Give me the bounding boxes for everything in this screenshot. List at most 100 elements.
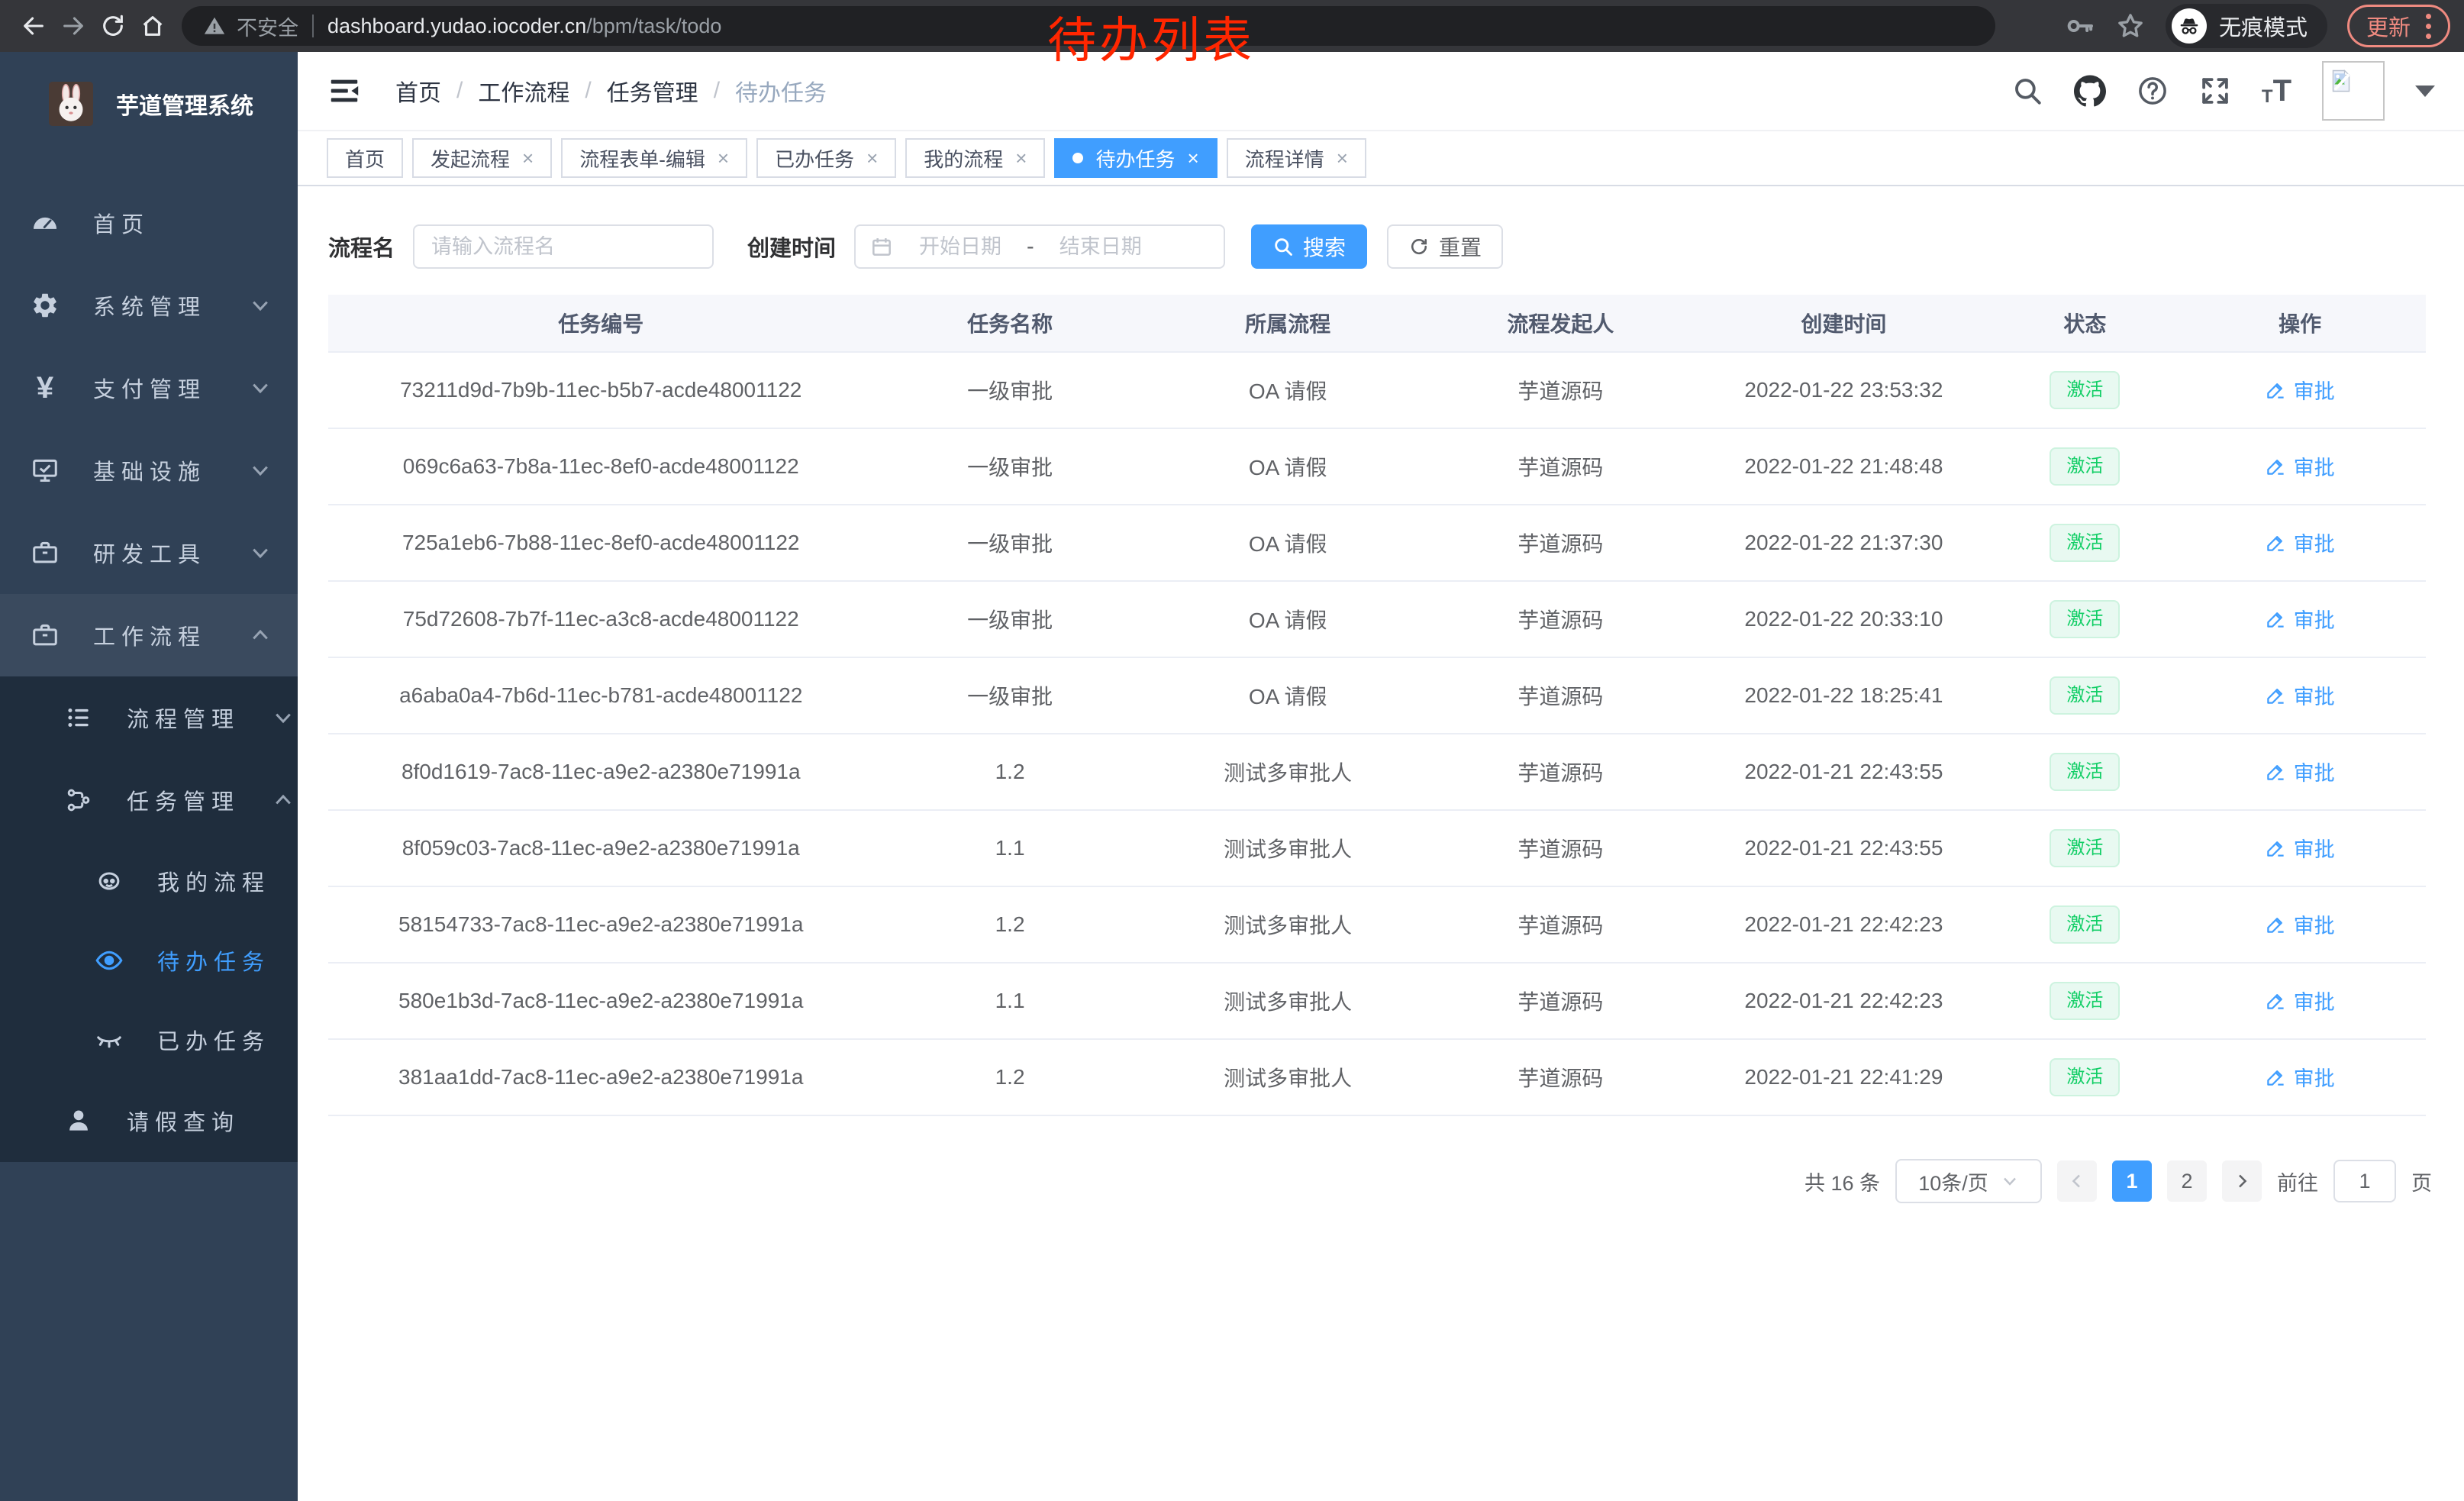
breadcrumb-item-current: 待办任务 — [735, 74, 827, 108]
approve-link[interactable]: 审批 — [2266, 833, 2335, 863]
browser-update-button[interactable]: 更新 — [2347, 5, 2450, 47]
reset-button[interactable]: 重置 — [1387, 224, 1503, 269]
end-date-input[interactable] — [1042, 234, 1159, 260]
table-row: 8f059c03-7ac8-11ec-a9e2-a2380e71991a 1.1… — [328, 810, 2426, 886]
task-id: 58154733-7ac8-11ec-a9e2-a2380e71991a — [328, 886, 873, 963]
toolbox-icon — [29, 537, 61, 569]
task-create-time: 2022-01-22 21:48:48 — [1692, 428, 1995, 505]
sidebar-item-done-tasks[interactable]: 已办任务 — [0, 1000, 298, 1080]
fullscreen-icon[interactable] — [2199, 75, 2231, 107]
github-icon[interactable] — [2074, 75, 2106, 107]
sidebar-item-payment[interactable]: ¥ 支付管理 — [0, 347, 298, 429]
bookmark-star-icon[interactable] — [2115, 11, 2146, 41]
tab-close-icon[interactable]: × — [1337, 148, 1348, 168]
tab-my-process[interactable]: 我的流程 × — [905, 138, 1045, 178]
sidebar-item-label: 研发工具 — [93, 537, 217, 569]
app-title: 芋道管理系统 — [116, 87, 253, 121]
task-create-time: 2022-01-22 20:33:10 — [1692, 581, 1995, 657]
task-id: 75d72608-7b7f-11ec-a3c8-acde48001122 — [328, 581, 873, 657]
next-page-button[interactable] — [2222, 1160, 2262, 1202]
tab-close-icon[interactable]: × — [718, 148, 729, 168]
sidebar-item-leave-query[interactable]: 请假查询 — [0, 1080, 298, 1162]
breadcrumb-item[interactable]: 首页 — [395, 74, 441, 108]
tab-close-icon[interactable]: × — [1015, 148, 1027, 168]
breadcrumb-item[interactable]: 工作流程 — [478, 74, 569, 108]
sidebar-item-todo-tasks[interactable]: 待办任务 — [0, 921, 298, 1000]
page-button-2[interactable]: 2 — [2167, 1160, 2207, 1202]
avatar[interactable] — [2322, 61, 2385, 121]
browser-forward-button[interactable] — [53, 6, 93, 46]
back-arrow-icon — [21, 13, 47, 39]
search-icon[interactable] — [2011, 75, 2043, 107]
yen-icon: ¥ — [29, 372, 61, 404]
goto-page-input[interactable] — [2333, 1160, 2396, 1202]
approve-link[interactable]: 审批 — [2266, 909, 2335, 939]
sidebar-item-my-process[interactable]: 我的流程 — [0, 841, 298, 921]
security-label: 不安全 — [237, 11, 298, 41]
gear-icon — [29, 289, 61, 321]
status-badge: 激活 — [2050, 524, 2120, 563]
tab-done-tasks[interactable]: 已办任务 × — [756, 138, 896, 178]
tab-close-icon[interactable]: × — [1188, 148, 1199, 168]
browser-menu-icon[interactable] — [2426, 14, 2431, 39]
task-id: 580e1b3d-7ac8-11ec-a9e2-a2380e71991a — [328, 963, 873, 1039]
url-divider — [312, 15, 314, 37]
sidebar-item-dev-tools[interactable]: 研发工具 — [0, 512, 298, 594]
create-time-label: 创建时间 — [747, 231, 836, 263]
approve-link[interactable]: 审批 — [2266, 986, 2335, 1015]
sidebar-item-label: 支付管理 — [93, 372, 217, 404]
avatar-caret-icon[interactable] — [2415, 86, 2435, 107]
sidebar-item-label: 我的流程 — [157, 865, 272, 897]
sidebar-item-process-management[interactable]: 流程管理 — [0, 676, 298, 759]
pen-icon — [2266, 685, 2286, 705]
start-date-input[interactable] — [901, 234, 1019, 260]
approve-link[interactable]: 审批 — [2266, 451, 2335, 481]
chevron-down-icon — [249, 294, 272, 317]
approve-link[interactable]: 审批 — [2266, 1062, 2335, 1092]
sidebar-item-task-management[interactable]: 任务管理 — [0, 759, 298, 841]
approve-link[interactable]: 审批 — [2266, 604, 2335, 634]
column-header: 任务编号 — [328, 295, 873, 352]
font-size-icon[interactable]: TT — [2262, 76, 2291, 106]
tab-close-icon[interactable]: × — [866, 148, 878, 168]
table-header-row: 任务编号 任务名称 所属流程 流程发起人 创建时间 状态 操作 — [328, 295, 2426, 352]
tab-close-icon[interactable]: × — [522, 148, 534, 168]
approve-link[interactable]: 审批 — [2266, 528, 2335, 557]
status-badge: 激活 — [2050, 600, 2120, 639]
breadcrumb-item[interactable]: 任务管理 — [607, 74, 698, 108]
sidebar-fold-icon[interactable] — [327, 73, 362, 108]
sidebar-item-home[interactable]: 首页 — [0, 182, 298, 264]
password-key-icon[interactable] — [2065, 11, 2095, 41]
page-size-select[interactable]: 10条/页 — [1895, 1159, 2042, 1203]
browser-home-button[interactable] — [133, 6, 173, 46]
approve-link[interactable]: 审批 — [2266, 680, 2335, 710]
table-row: 069c6a63-7b8a-11ec-8ef0-acde48001122 一级审… — [328, 428, 2426, 505]
task-initiator: 芋道源码 — [1430, 734, 1692, 810]
browser-back-button[interactable] — [14, 6, 53, 46]
tab-label: 待办任务 — [1095, 144, 1175, 173]
sidebar-item-infrastructure[interactable]: 基础设施 — [0, 429, 298, 512]
browser-reload-button[interactable] — [93, 6, 133, 46]
search-button[interactable]: 搜索 — [1251, 224, 1367, 269]
sidebar-menu: 首页 系统管理 ¥ 支付管理 — [0, 182, 298, 1162]
tab-todo-tasks[interactable]: 待办任务 × — [1054, 138, 1217, 178]
task-name: 1.2 — [873, 734, 1146, 810]
table-row: 8f0d1619-7ac8-11ec-a9e2-a2380e71991a 1.2… — [328, 734, 2426, 810]
sidebar-item-system[interactable]: 系统管理 — [0, 264, 298, 347]
approve-link[interactable]: 审批 — [2266, 375, 2335, 405]
prev-page-button[interactable] — [2057, 1160, 2097, 1202]
process-name-input[interactable] — [413, 224, 714, 269]
help-icon[interactable] — [2137, 75, 2169, 107]
tab-home[interactable]: 首页 — [327, 138, 403, 178]
tab-process-form-edit[interactable]: 流程表单-编辑 × — [561, 138, 747, 178]
url-host: dashboard.yudao.iocoder.cn — [327, 15, 586, 38]
column-header: 任务名称 — [873, 295, 1146, 352]
goto-label: 前往 — [2277, 1167, 2318, 1196]
sidebar-item-workflow[interactable]: 工作流程 — [0, 594, 298, 676]
approve-link[interactable]: 审批 — [2266, 757, 2335, 786]
tab-process-detail[interactable]: 流程详情 × — [1227, 138, 1366, 178]
task-process: OA 请假 — [1147, 581, 1430, 657]
date-range-picker[interactable]: - — [854, 224, 1225, 269]
page-button-1[interactable]: 1 — [2112, 1160, 2152, 1202]
tab-start-process[interactable]: 发起流程 × — [412, 138, 552, 178]
